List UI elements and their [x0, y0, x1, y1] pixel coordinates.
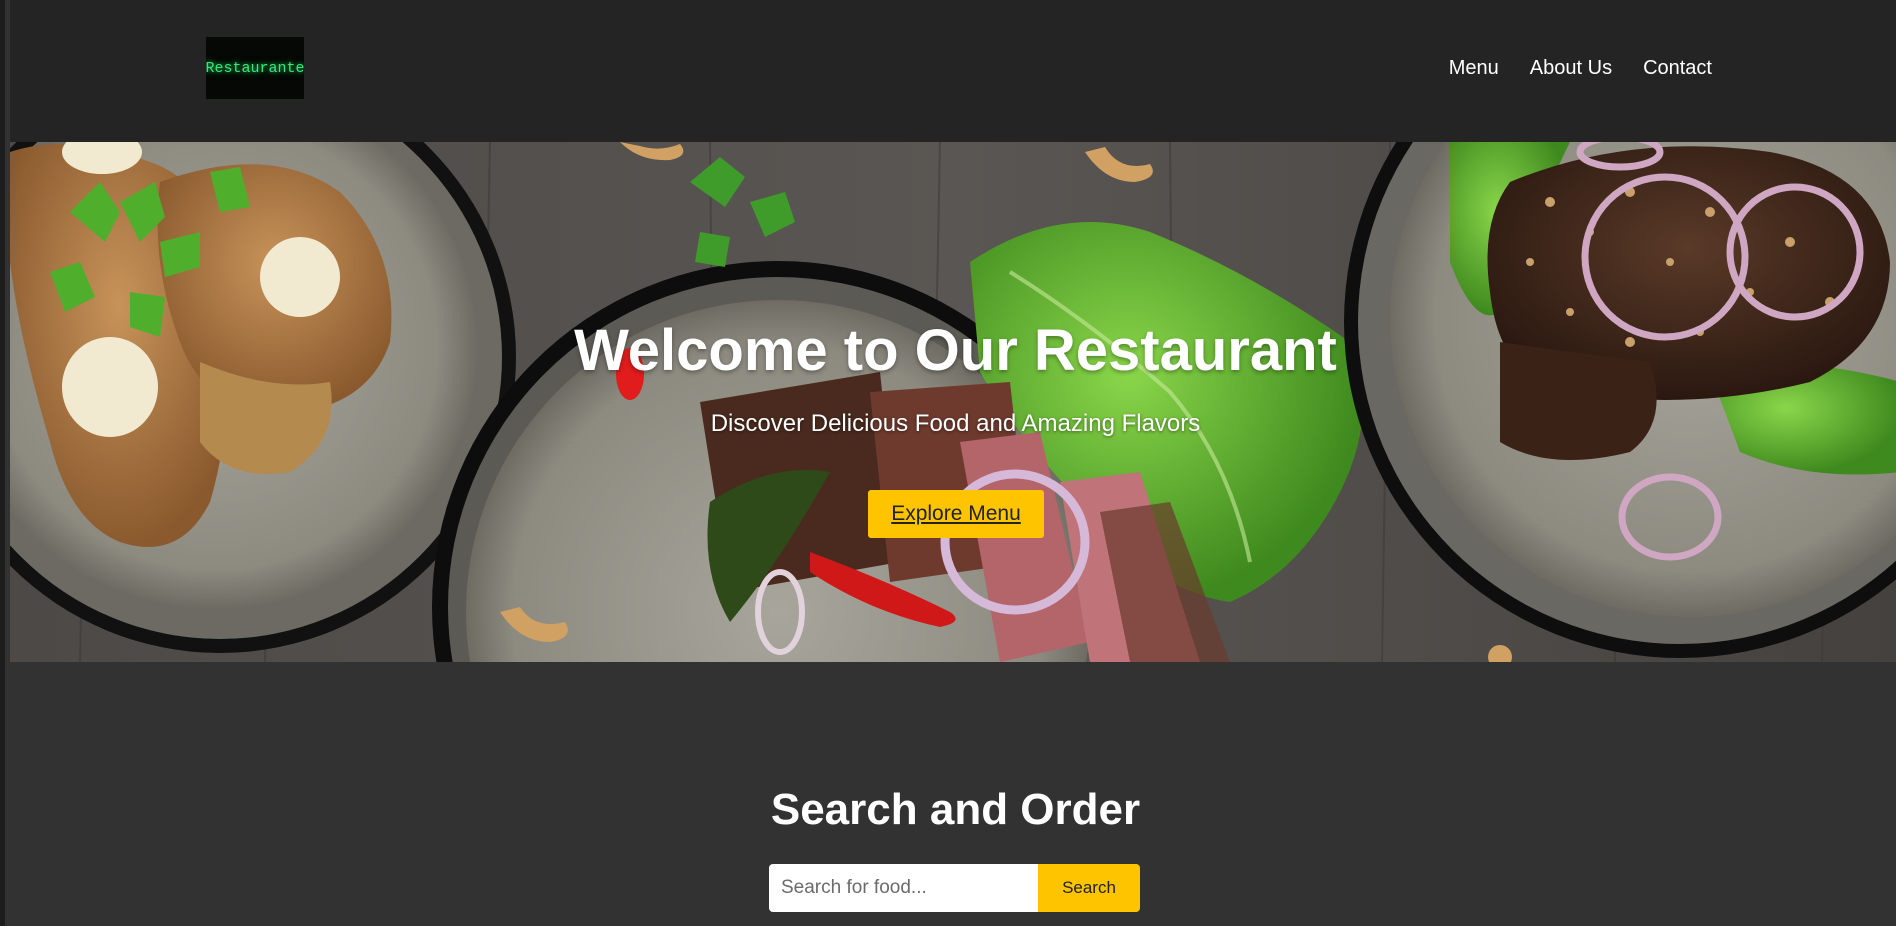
search-section-title: Search and Order	[770, 785, 1141, 834]
search-section: Search and Order Search	[10, 662, 1896, 926]
search-button[interactable]: Search	[1038, 864, 1140, 912]
logo-text: Restaurante	[206, 59, 304, 77]
hero-section: Welcome to Our Restaurant Discover Delic…	[10, 142, 1896, 662]
explore-menu-button[interactable]: Explore Menu	[868, 490, 1044, 538]
site-header: Restaurante Menu About Us Contact	[10, 0, 1896, 142]
nav-link-about-us[interactable]: About Us	[1530, 57, 1612, 80]
search-bar: Search	[769, 864, 1140, 912]
nav-link-menu[interactable]: Menu	[1449, 57, 1499, 80]
hero-title: Welcome to Our Restaurant	[574, 318, 1337, 383]
nav-link-contact[interactable]: Contact	[1643, 57, 1712, 80]
search-input[interactable]	[769, 864, 1038, 912]
hero-subtitle: Discover Delicious Food and Amazing Flav…	[710, 410, 1201, 437]
logo[interactable]: Restaurante	[206, 37, 304, 99]
hero-food-image	[10, 142, 1896, 662]
page: Restaurante Menu About Us Contact Welcom…	[0, 0, 1896, 926]
main-nav: Menu About Us Contact	[1449, 57, 1712, 80]
